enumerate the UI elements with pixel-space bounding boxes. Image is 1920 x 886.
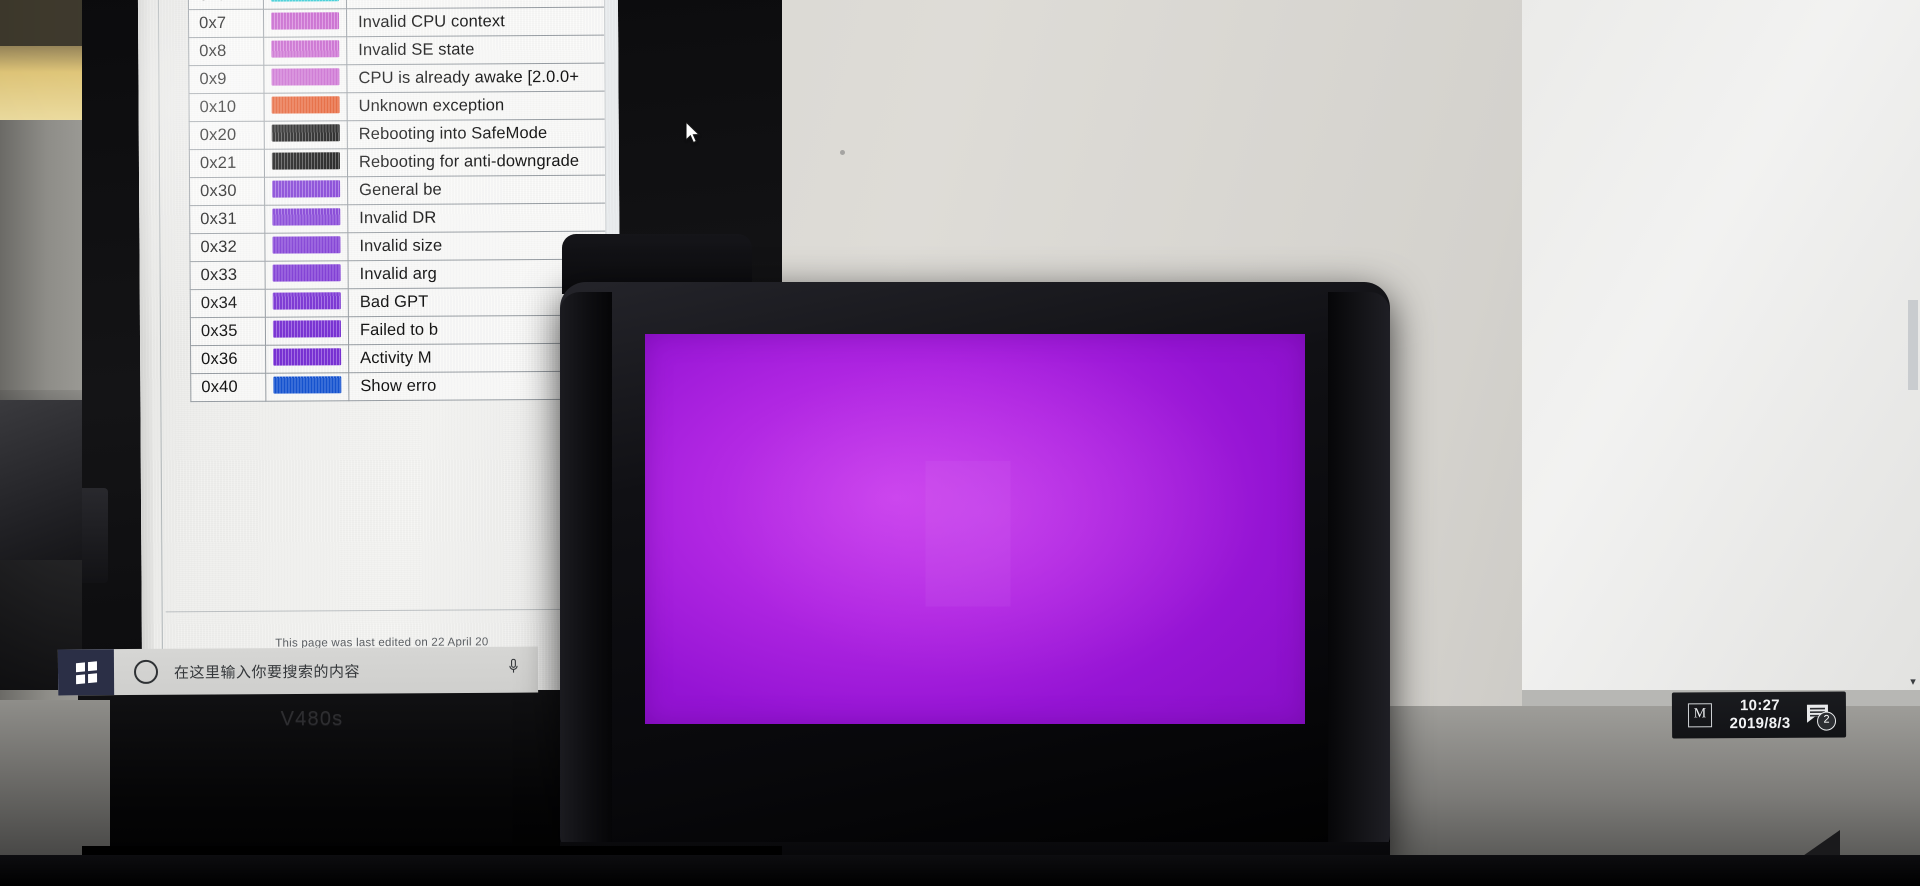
error-code-cell: 0x30 (189, 177, 265, 206)
color-swatch (272, 207, 341, 226)
ime-indicator-icon[interactable]: M (1687, 703, 1713, 728)
error-code-cell: 0x7 (188, 9, 264, 38)
error-color-swatch-cell (264, 120, 348, 150)
switch-screen: █ (645, 334, 1305, 724)
table-row: 0x30 General be (189, 175, 619, 206)
color-swatch (272, 235, 341, 254)
color-swatch (271, 39, 340, 58)
error-color-swatch-cell (263, 64, 348, 94)
color-swatch (272, 179, 341, 198)
color-swatch (271, 11, 340, 30)
error-code-cell: 0x10 (189, 93, 265, 122)
page-rule-line (157, 0, 164, 694)
error-description-cell: General be (347, 175, 619, 205)
footer-divider (165, 608, 606, 613)
switch-left-rail (560, 292, 612, 852)
browser-page: 0x5Unknown SMC0x6Unknown Abort0x7Invalid… (137, 0, 623, 694)
nintendo-switch-console: █ (560, 234, 1390, 886)
error-color-swatch-cell (264, 176, 348, 206)
color-swatch (271, 67, 340, 86)
notification-center-icon[interactable]: 2 (1804, 702, 1837, 731)
error-description-cell: CPU is already awake [2.0.0+ (346, 63, 619, 93)
color-swatch (271, 151, 340, 170)
notification-count-badge: 2 (1816, 711, 1837, 731)
error-color-swatch-cell (264, 204, 348, 234)
error-code-cell: 0x8 (188, 37, 264, 66)
wall-smudge (840, 150, 845, 155)
error-code-cell: 0x36 (190, 345, 266, 374)
error-code-cell: 0x20 (189, 121, 265, 150)
error-description-cell: Invalid DR (347, 203, 619, 233)
error-color-swatch-cell (265, 260, 349, 290)
error-code-cell: 0x32 (189, 233, 266, 262)
error-description-cell: Rebooting for anti-downgrade (347, 147, 619, 177)
color-swatch (272, 319, 341, 338)
error-color-swatch-cell (265, 316, 349, 346)
clock-date: 2019/8/3 (1729, 714, 1791, 733)
error-code-cell: 0x35 (190, 317, 266, 346)
error-code-cell: 0x6 (188, 0, 264, 10)
error-code-cell: 0x34 (190, 289, 266, 318)
color-swatch (271, 123, 340, 142)
error-color-swatch-cell (264, 92, 348, 122)
chevron-down-icon[interactable]: ▾ (1906, 675, 1920, 689)
error-color-swatch-cell (265, 288, 349, 318)
clock-time: 10:27 (1739, 697, 1780, 715)
error-description-cell: Invalid CPU context (346, 7, 618, 37)
laptop-screen: 0x5Unknown SMC0x6Unknown Abort0x7Invalid… (137, 0, 623, 694)
table-row: 0x36 Activity M (190, 343, 620, 374)
laptop-side-port (82, 488, 108, 583)
color-swatch (273, 347, 342, 366)
switch-right-rail (1328, 292, 1390, 852)
table-row: 0x33 Invalid arg (190, 259, 620, 290)
table-row: 0x20 Rebooting into SafeMode (189, 119, 619, 150)
error-color-swatch-cell (263, 36, 347, 66)
photo-scene: ▾ 0x5Unknown SMC0x6Unknown Abort0x7Inval… (0, 0, 1920, 886)
clock-stack[interactable]: 10:27 2019/8/3 (1716, 697, 1804, 733)
table-row: 0x31 Invalid DR (189, 203, 619, 234)
table-row: 0x32 Invalid size (189, 231, 620, 262)
error-code-cell: 0x33 (190, 261, 266, 290)
error-description-cell: Rebooting into SafeMode (347, 119, 619, 149)
error-description-cell: Unknown exception (347, 91, 619, 121)
table-row: 0x34 Bad GPT (190, 287, 620, 318)
system-clock-tray: M 10:27 2019/8/3 2 (1671, 691, 1847, 739)
color-swatch (270, 0, 339, 2)
error-color-swatch-cell (264, 232, 349, 262)
table-row: 0x8 Invalid SE state (188, 35, 618, 66)
error-code-table-body: 0x5Unknown SMC0x6Unknown Abort0x7Invalid… (188, 0, 620, 402)
table-row: 0x9 CPU is already awake [2.0.0+ (188, 63, 619, 94)
second-monitor-panel: ▾ (1522, 0, 1920, 700)
table-row: 0x10 Unknown exception (189, 91, 619, 122)
page-last-edited-footer: This page was last edited on 22 April 20 (275, 636, 489, 650)
error-code-cell: 0x40 (190, 373, 266, 402)
table-row: 0x21 Rebooting for anti-downgrade (189, 147, 619, 178)
color-swatch (271, 95, 340, 114)
mouse-cursor-icon (686, 122, 701, 144)
error-color-swatch-cell (265, 372, 349, 402)
laptop-brand-label: V480s (280, 708, 344, 730)
table-row: 0x7 Invalid CPU context (188, 7, 618, 38)
color-swatch (272, 263, 341, 282)
error-color-swatch-cell (263, 8, 347, 38)
desk-foreground-edge (0, 855, 1920, 886)
table-row: 0x40 Show erro (190, 371, 620, 402)
error-code-cell: 0x9 (188, 65, 265, 94)
error-color-swatch-cell (265, 344, 349, 374)
switch-screen-glow (645, 334, 1305, 724)
table-row: 0x35 Failed to b (190, 315, 620, 346)
error-color-swatch-cell (264, 148, 348, 178)
color-swatch (273, 375, 342, 394)
error-description-cell: Invalid SE state (346, 35, 618, 65)
error-code-cell: 0x31 (189, 205, 265, 234)
second-monitor-scrollbar[interactable] (1908, 300, 1918, 390)
color-swatch (272, 291, 341, 310)
error-code-table: 0x5Unknown SMC0x6Unknown Abort0x7Invalid… (188, 0, 621, 402)
error-code-cell: 0x21 (189, 149, 265, 178)
